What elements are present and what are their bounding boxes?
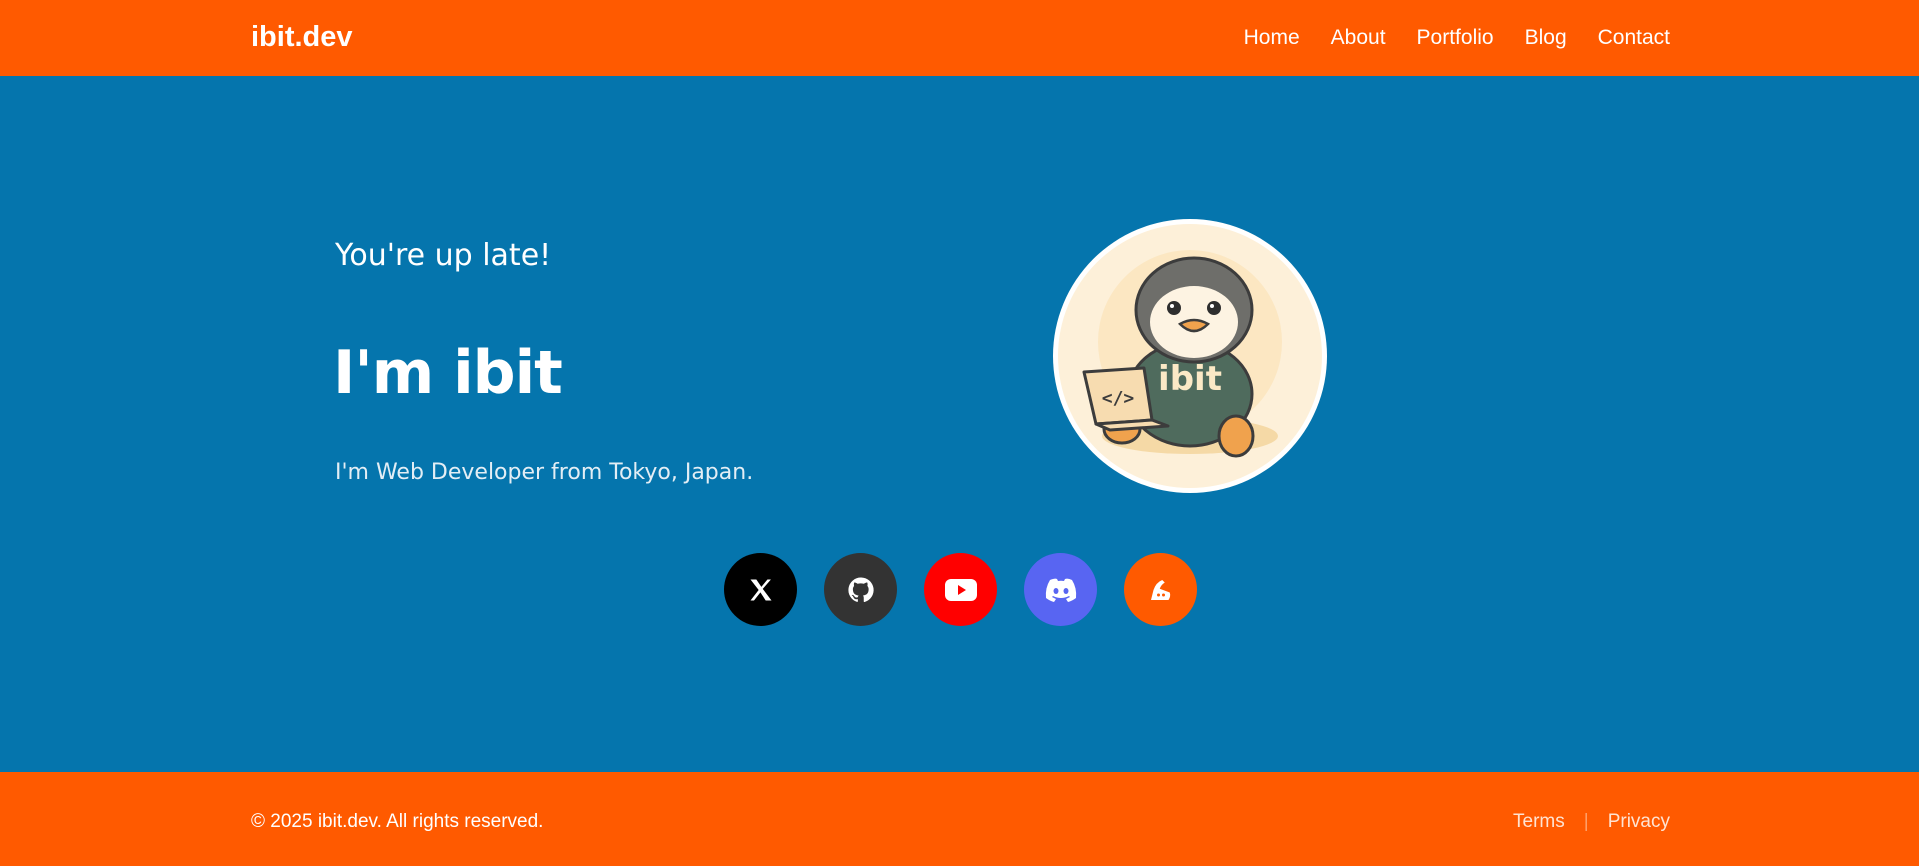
copyright-text: © 2025 ibit.dev. All rights reserved. — [251, 811, 544, 832]
hero-title: I'm ibit — [333, 338, 563, 408]
blog-link[interactable] — [1124, 553, 1197, 626]
site-footer: © 2025 ibit.dev. All rights reserved. Te… — [0, 772, 1919, 866]
hero-greeting: You're up late! — [335, 238, 552, 273]
blog-icon — [1150, 579, 1170, 600]
discord-link[interactable] — [1024, 553, 1097, 626]
brand-logo-link[interactable]: ibit.dev — [251, 21, 353, 54]
footer-link-privacy[interactable]: Privacy — [1608, 811, 1670, 833]
nav-link-portfolio[interactable]: Portfolio — [1417, 26, 1494, 50]
hero-section: You're up late! I'm ibit I'm Web Develop… — [0, 76, 1919, 772]
footer-link-separator: | — [1583, 811, 1589, 832]
x-icon — [750, 579, 771, 600]
youtube-link[interactable] — [924, 553, 997, 626]
nav-link-blog[interactable]: Blog — [1525, 26, 1567, 50]
avatar-shirt-label: ibit — [1158, 359, 1222, 399]
footer-links: Terms | Privacy — [1513, 811, 1670, 833]
nav-link-home[interactable]: Home — [1244, 26, 1300, 50]
nav-link-contact[interactable]: Contact — [1598, 26, 1670, 50]
x-link[interactable] — [724, 553, 797, 626]
nav-link-about[interactable]: About — [1331, 26, 1386, 50]
penguin-avatar: ibit </> — [1053, 219, 1327, 493]
main-nav: Home About Portfolio Blog Contact — [1213, 26, 1670, 50]
github-icon — [847, 576, 874, 602]
hero-tagline: I'm Web Developer from Tokyo, Japan. — [335, 460, 754, 485]
svg-text:</>: </> — [1102, 388, 1135, 409]
footer-link-terms[interactable]: Terms — [1513, 811, 1565, 833]
site-header: ibit.dev Home About Portfolio Blog Conta… — [0, 0, 1919, 77]
github-link[interactable] — [824, 553, 897, 626]
social-links — [724, 553, 1197, 626]
youtube-icon — [944, 578, 977, 601]
discord-icon — [1045, 578, 1076, 602]
